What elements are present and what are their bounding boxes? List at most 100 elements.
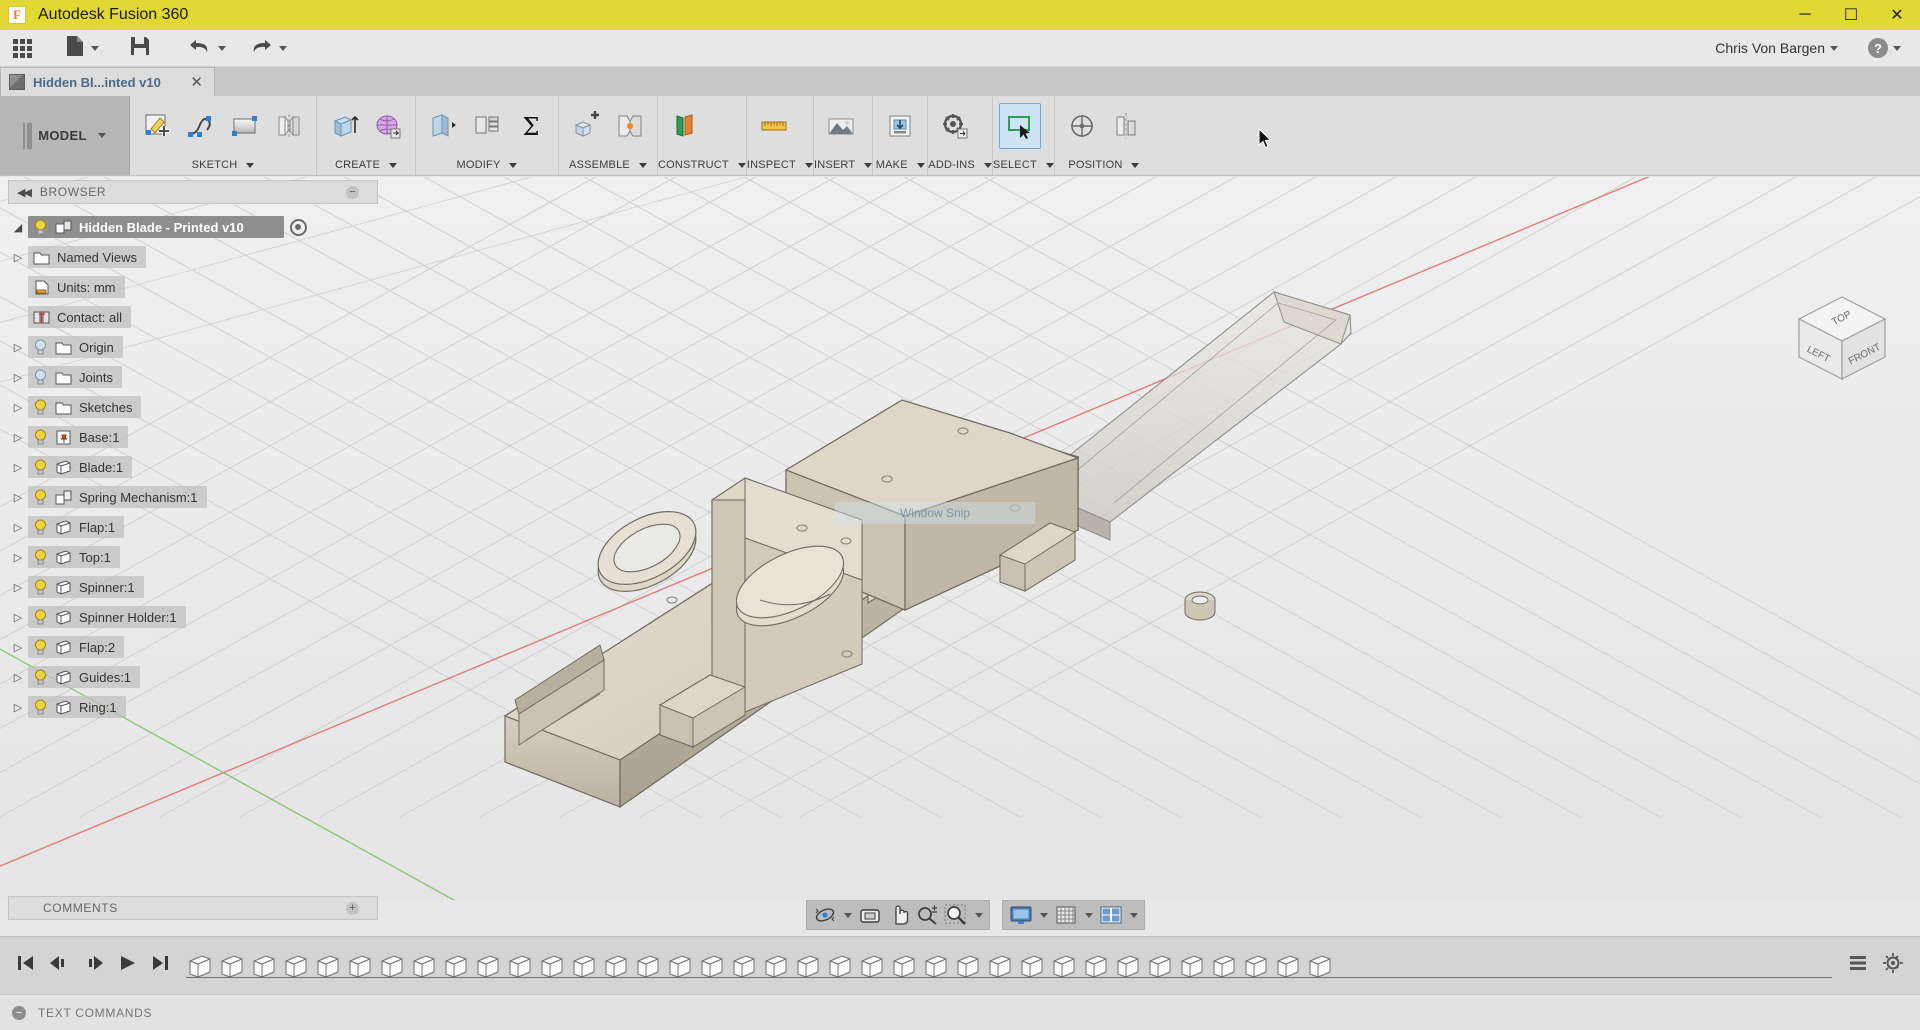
panel-label-sketch[interactable]: SKETCH <box>130 155 316 175</box>
panel-label-inspect[interactable]: INSPECT <box>747 155 813 175</box>
collapse-left-icon[interactable]: ◀◀ <box>17 186 30 199</box>
3d-print-button[interactable] <box>879 103 921 149</box>
measure-button[interactable] <box>753 103 795 149</box>
timeline-feature[interactable] <box>1082 952 1110 980</box>
timeline-feature[interactable] <box>922 952 950 980</box>
expand-arrow-icon[interactable]: ▷ <box>8 251 28 264</box>
new-component-button[interactable] <box>565 103 607 149</box>
tree-node-spinner-1[interactable]: ▷Spinner:1 <box>8 572 388 602</box>
timeline-feature[interactable] <box>1178 952 1206 980</box>
timeline-feature[interactable] <box>1018 952 1046 980</box>
tree-node-named-views[interactable]: ▷Named Views <box>8 242 388 272</box>
timeline-feature[interactable] <box>346 952 374 980</box>
expand-arrow-icon[interactable]: ▷ <box>8 371 28 384</box>
tree-node-guides-1[interactable]: ▷Guides:1 <box>8 662 388 692</box>
expand-arrow-icon[interactable]: ◢ <box>8 221 28 234</box>
tree-node-flap-1[interactable]: ▷Flap:1 <box>8 512 388 542</box>
expand-arrow-icon[interactable]: ▷ <box>8 701 28 714</box>
tree-node-blade-1[interactable]: ▷Blade:1 <box>8 452 388 482</box>
panel-label-position[interactable]: POSITION <box>1055 155 1153 175</box>
expand-arrow-icon[interactable]: ▷ <box>8 431 28 444</box>
timeline-feature[interactable] <box>634 952 662 980</box>
timeline-feature[interactable] <box>474 952 502 980</box>
save-button[interactable] <box>122 30 158 67</box>
zoom-window-button[interactable] <box>941 902 986 928</box>
visibility-bulb-icon[interactable] <box>33 489 48 505</box>
redo-button[interactable] <box>241 30 294 67</box>
timeline-feature[interactable] <box>794 952 822 980</box>
timeline-feature[interactable] <box>1114 952 1142 980</box>
visibility-bulb-icon[interactable] <box>33 579 48 595</box>
timeline-feature[interactable] <box>218 952 246 980</box>
expand-arrow-icon[interactable]: ▷ <box>8 641 28 654</box>
timeline-feature[interactable] <box>1146 952 1174 980</box>
timeline-feature[interactable] <box>1210 952 1238 980</box>
timeline-settings-icon[interactable] <box>1882 952 1904 979</box>
press-pull-button[interactable] <box>422 103 464 149</box>
tree-node-flap-2[interactable]: ▷Flap:2 <box>8 632 388 662</box>
timeline-feature[interactable] <box>378 952 406 980</box>
look-at-button[interactable] <box>855 902 885 928</box>
close-button[interactable]: ✕ <box>1874 0 1920 30</box>
expand-arrow-icon[interactable]: ▷ <box>8 671 28 684</box>
timeline-feature[interactable] <box>762 952 790 980</box>
display-settings-button[interactable] <box>1006 902 1051 928</box>
timeline-feature[interactable] <box>666 952 694 980</box>
user-menu-button[interactable]: Chris Von Bargen <box>1708 30 1845 67</box>
timeline-feature[interactable] <box>250 952 278 980</box>
timeline-feature[interactable] <box>730 952 758 980</box>
timeline-feature[interactable] <box>1274 952 1302 980</box>
visibility-bulb-icon[interactable] <box>33 339 48 355</box>
help-button[interactable]: ? <box>1845 30 1908 67</box>
timeline-feature[interactable] <box>954 952 982 980</box>
timeline-feature[interactable] <box>1050 952 1078 980</box>
maximize-button[interactable]: ☐ <box>1828 0 1874 30</box>
timeline-feature[interactable] <box>826 952 854 980</box>
minus-icon[interactable]: − <box>12 1006 26 1020</box>
pan-button[interactable] <box>885 902 913 928</box>
tree-node-base-1[interactable]: ▷Base:1 <box>8 422 388 452</box>
minus-icon[interactable]: − <box>346 186 359 199</box>
expand-arrow-icon[interactable]: ▷ <box>8 401 28 414</box>
visibility-bulb-icon[interactable] <box>33 219 48 235</box>
panel-label-addins[interactable]: ADD-INS <box>928 155 992 175</box>
visibility-bulb-icon[interactable] <box>33 549 48 565</box>
timeline-feature[interactable] <box>282 952 310 980</box>
timeline-feature[interactable] <box>410 952 438 980</box>
rectangle-button[interactable] <box>224 103 266 149</box>
tree-node-units-mm[interactable]: Units: mm <box>8 272 388 302</box>
plus-icon[interactable]: + <box>346 902 359 915</box>
visibility-bulb-icon[interactable] <box>33 459 48 475</box>
align-button[interactable] <box>1105 103 1147 149</box>
visibility-bulb-icon[interactable] <box>33 609 48 625</box>
panel-label-construct[interactable]: CONSTRUCT <box>658 155 746 175</box>
panel-label-insert[interactable]: INSERT <box>814 155 872 175</box>
extrude-button[interactable] <box>323 103 365 149</box>
form-button[interactable] <box>367 103 409 149</box>
sigma-button[interactable]: Σ <box>510 103 552 149</box>
orbit-button[interactable] <box>810 902 855 928</box>
timeline-feature[interactable] <box>1306 952 1334 980</box>
timeline-feature[interactable] <box>442 952 470 980</box>
play-icon[interactable] <box>118 954 138 977</box>
timeline-feature[interactable] <box>538 952 566 980</box>
document-tab[interactable]: Hidden Bl...inted v10 ✕ <box>0 67 215 96</box>
tree-node-origin[interactable]: ▷Origin <box>8 332 388 362</box>
timeline-feature[interactable] <box>698 952 726 980</box>
visibility-bulb-icon[interactable] <box>33 429 48 445</box>
expand-arrow-icon[interactable]: ▷ <box>8 611 28 624</box>
expand-arrow-icon[interactable]: ▷ <box>8 491 28 504</box>
spline-button[interactable] <box>180 103 222 149</box>
view-cube[interactable]: TOP LEFT FRONT <box>1785 287 1900 392</box>
text-commands-bar[interactable]: − TEXT COMMANDS <box>0 994 1920 1030</box>
joint-button[interactable] <box>609 103 651 149</box>
insert-mesh-button[interactable] <box>820 103 862 149</box>
timeline-feature[interactable] <box>890 952 918 980</box>
panel-label-create[interactable]: CREATE <box>317 155 415 175</box>
undo-button[interactable] <box>180 30 233 67</box>
tree-node-contact-all[interactable]: Contact: all <box>8 302 388 332</box>
tree-node-sketches[interactable]: ▷Sketches <box>8 392 388 422</box>
step-forward-icon[interactable] <box>83 954 105 977</box>
timeline-feature[interactable] <box>506 952 534 980</box>
visibility-bulb-icon[interactable] <box>33 669 48 685</box>
